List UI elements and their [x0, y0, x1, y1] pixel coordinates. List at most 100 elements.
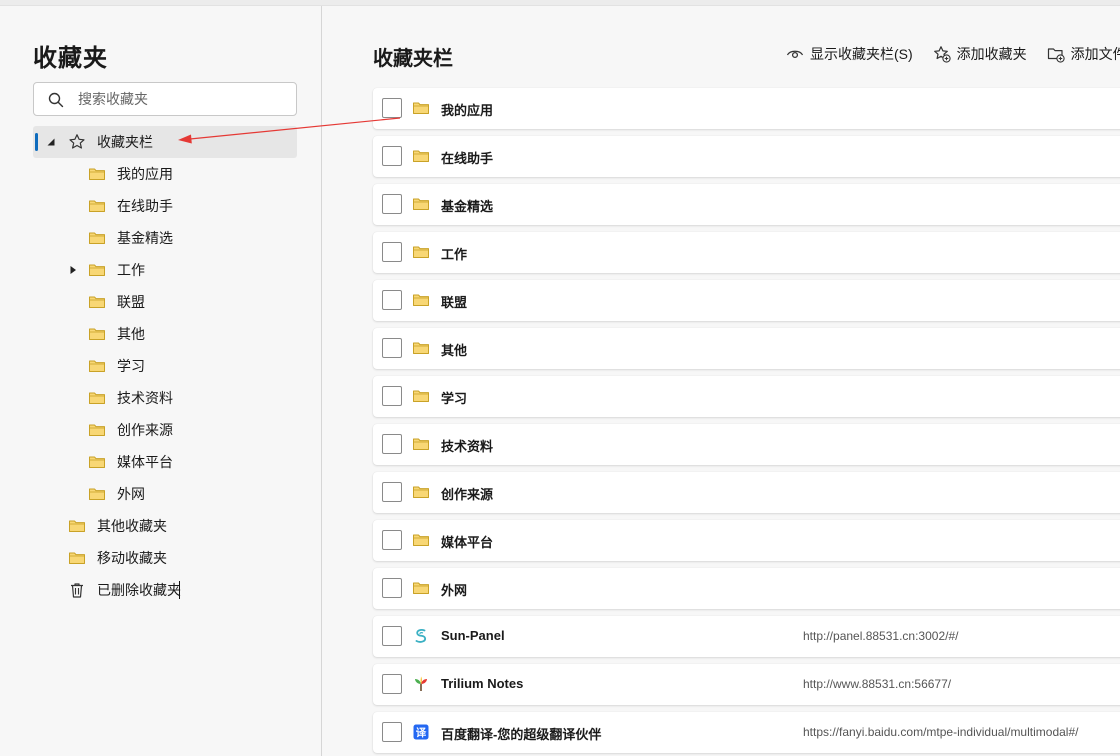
- tree-item[interactable]: 收藏夹栏: [33, 126, 297, 158]
- tree-item-label: 基金精选: [117, 230, 173, 246]
- folder-icon: [413, 582, 429, 594]
- item-checkbox[interactable]: [382, 290, 402, 310]
- sidebar: 收藏夹 收藏夹栏 我的应用 在线助手 基金精选 工作 联盟 其他 学习 技术资料…: [0, 6, 322, 756]
- trilium-icon: [415, 676, 427, 691]
- tree-item[interactable]: 媒体平台: [33, 446, 297, 478]
- item-label: 工作: [441, 247, 468, 262]
- search-box[interactable]: [33, 82, 297, 116]
- tree-item[interactable]: 其他: [33, 318, 297, 350]
- item-checkbox[interactable]: [382, 386, 402, 406]
- item-checkbox[interactable]: [382, 722, 402, 742]
- folder-icon: [89, 328, 105, 340]
- tree-item-label: 其他: [117, 326, 145, 342]
- list-item[interactable]: 创作来源: [373, 472, 1120, 513]
- star-icon: [69, 134, 85, 149]
- item-url: http://www.88531.cn:56677/: [803, 677, 952, 691]
- item-checkbox[interactable]: [382, 146, 402, 166]
- caret-collapsed-icon[interactable]: [68, 265, 78, 275]
- tree-item[interactable]: 外网: [33, 478, 297, 510]
- tree-item[interactable]: 已删除收藏夹: [33, 574, 297, 606]
- item-label: 媒体平台: [441, 535, 494, 550]
- item-checkbox[interactable]: [382, 626, 402, 646]
- item-checkbox[interactable]: [382, 674, 402, 694]
- folder-icon: [69, 520, 85, 532]
- item-checkbox[interactable]: [382, 98, 402, 118]
- add-favorite-button[interactable]: 添加收藏夹: [933, 44, 1027, 64]
- add-folder-button[interactable]: 添加文件: [1047, 44, 1120, 64]
- item-checkbox[interactable]: [382, 434, 402, 454]
- show-favorites-bar-button[interactable]: 显示收藏夹栏(S): [786, 44, 913, 64]
- folder-add-icon: [1047, 48, 1065, 63]
- caret-expanded-icon[interactable]: [46, 137, 56, 147]
- item-label: 学习: [441, 391, 468, 406]
- item-checkbox[interactable]: [382, 578, 402, 598]
- list-item[interactable]: Trilium Notes http://www.88531.cn:56677/: [373, 664, 1120, 705]
- list-item[interactable]: 学习: [373, 376, 1120, 417]
- folder-icon: [413, 102, 429, 114]
- folder-icon: [89, 200, 105, 212]
- tree-item[interactable]: 移动收藏夹: [33, 542, 297, 574]
- list-item[interactable]: 我的应用: [373, 88, 1120, 129]
- item-label: 联盟: [441, 295, 468, 310]
- folder-icon: [413, 534, 429, 546]
- folder-icon: [89, 296, 105, 308]
- list-item[interactable]: 工作: [373, 232, 1120, 273]
- item-label: 我的应用: [441, 103, 494, 118]
- show-favorites-bar-label: 显示收藏夹栏(S): [810, 46, 913, 62]
- item-label: 基金精选: [441, 199, 494, 214]
- folder-icon: [89, 232, 105, 244]
- list-item[interactable]: 基金精选: [373, 184, 1120, 225]
- list-item[interactable]: 外网: [373, 568, 1120, 609]
- list-item[interactable]: 媒体平台: [373, 520, 1120, 561]
- item-label: 外网: [441, 583, 468, 598]
- item-label: 技术资料: [441, 439, 494, 454]
- item-label: 百度翻译-您的超级翻译伙伴: [441, 727, 602, 742]
- list-item[interactable]: 联盟: [373, 280, 1120, 321]
- item-url: http://panel.88531.cn:3002/#/: [803, 629, 959, 643]
- tree-item-label: 工作: [117, 262, 145, 278]
- folder-icon: [89, 264, 105, 276]
- list-item[interactable]: 其他: [373, 328, 1120, 369]
- list-item[interactable]: Sun-Panel http://panel.88531.cn:3002/#/: [373, 616, 1120, 657]
- tree-item-label: 移动收藏夹: [97, 550, 167, 566]
- tree-item[interactable]: 我的应用: [33, 158, 297, 190]
- tree-item[interactable]: 在线助手: [33, 190, 297, 222]
- favorites-list: 我的应用 在线助手 基金精选 工作 联盟 其他 学习 技术资料 创作来源 媒体平…: [373, 88, 1120, 756]
- item-checkbox[interactable]: [382, 242, 402, 262]
- sidebar-title: 收藏夹: [33, 45, 108, 72]
- tree-item-label: 创作来源: [117, 422, 173, 438]
- item-checkbox[interactable]: [382, 482, 402, 502]
- list-item[interactable]: 在线助手: [373, 136, 1120, 177]
- item-label: Trilium Notes: [441, 676, 524, 691]
- tree-item[interactable]: 其他收藏夹: [33, 510, 297, 542]
- item-url: https://fanyi.baidu.com/mtpe-individual/…: [803, 725, 1079, 739]
- folder-icon: [413, 198, 429, 210]
- star-add-icon: [933, 46, 951, 63]
- folder-icon: [89, 488, 105, 500]
- tree-item[interactable]: 工作: [33, 254, 297, 286]
- sun-panel-icon: [415, 629, 426, 643]
- search-input[interactable]: [78, 89, 288, 109]
- page-title: 收藏夹栏: [373, 48, 453, 70]
- tree-item-label: 外网: [117, 486, 145, 502]
- folder-icon: [413, 486, 429, 498]
- tree-item[interactable]: 创作来源: [33, 414, 297, 446]
- folder-icon: [89, 168, 105, 180]
- tree-item[interactable]: 基金精选: [33, 222, 297, 254]
- item-checkbox[interactable]: [382, 194, 402, 214]
- folder-icon: [413, 438, 429, 450]
- list-item[interactable]: 技术资料: [373, 424, 1120, 465]
- list-item[interactable]: 译 百度翻译-您的超级翻译伙伴 https://fanyi.baidu.com/mt…: [373, 712, 1120, 753]
- tree-item-label: 我的应用: [117, 166, 173, 182]
- item-label: Sun-Panel: [441, 628, 505, 643]
- item-checkbox[interactable]: [382, 338, 402, 358]
- tree-item-label: 在线助手: [117, 198, 173, 214]
- svg-text:译: 译: [416, 726, 427, 739]
- tree-item[interactable]: 技术资料: [33, 382, 297, 414]
- text-cursor: [179, 581, 180, 599]
- tree-item[interactable]: 联盟: [33, 286, 297, 318]
- folder-icon: [89, 456, 105, 468]
- item-checkbox[interactable]: [382, 530, 402, 550]
- folder-icon: [89, 392, 105, 404]
- tree-item[interactable]: 学习: [33, 350, 297, 382]
